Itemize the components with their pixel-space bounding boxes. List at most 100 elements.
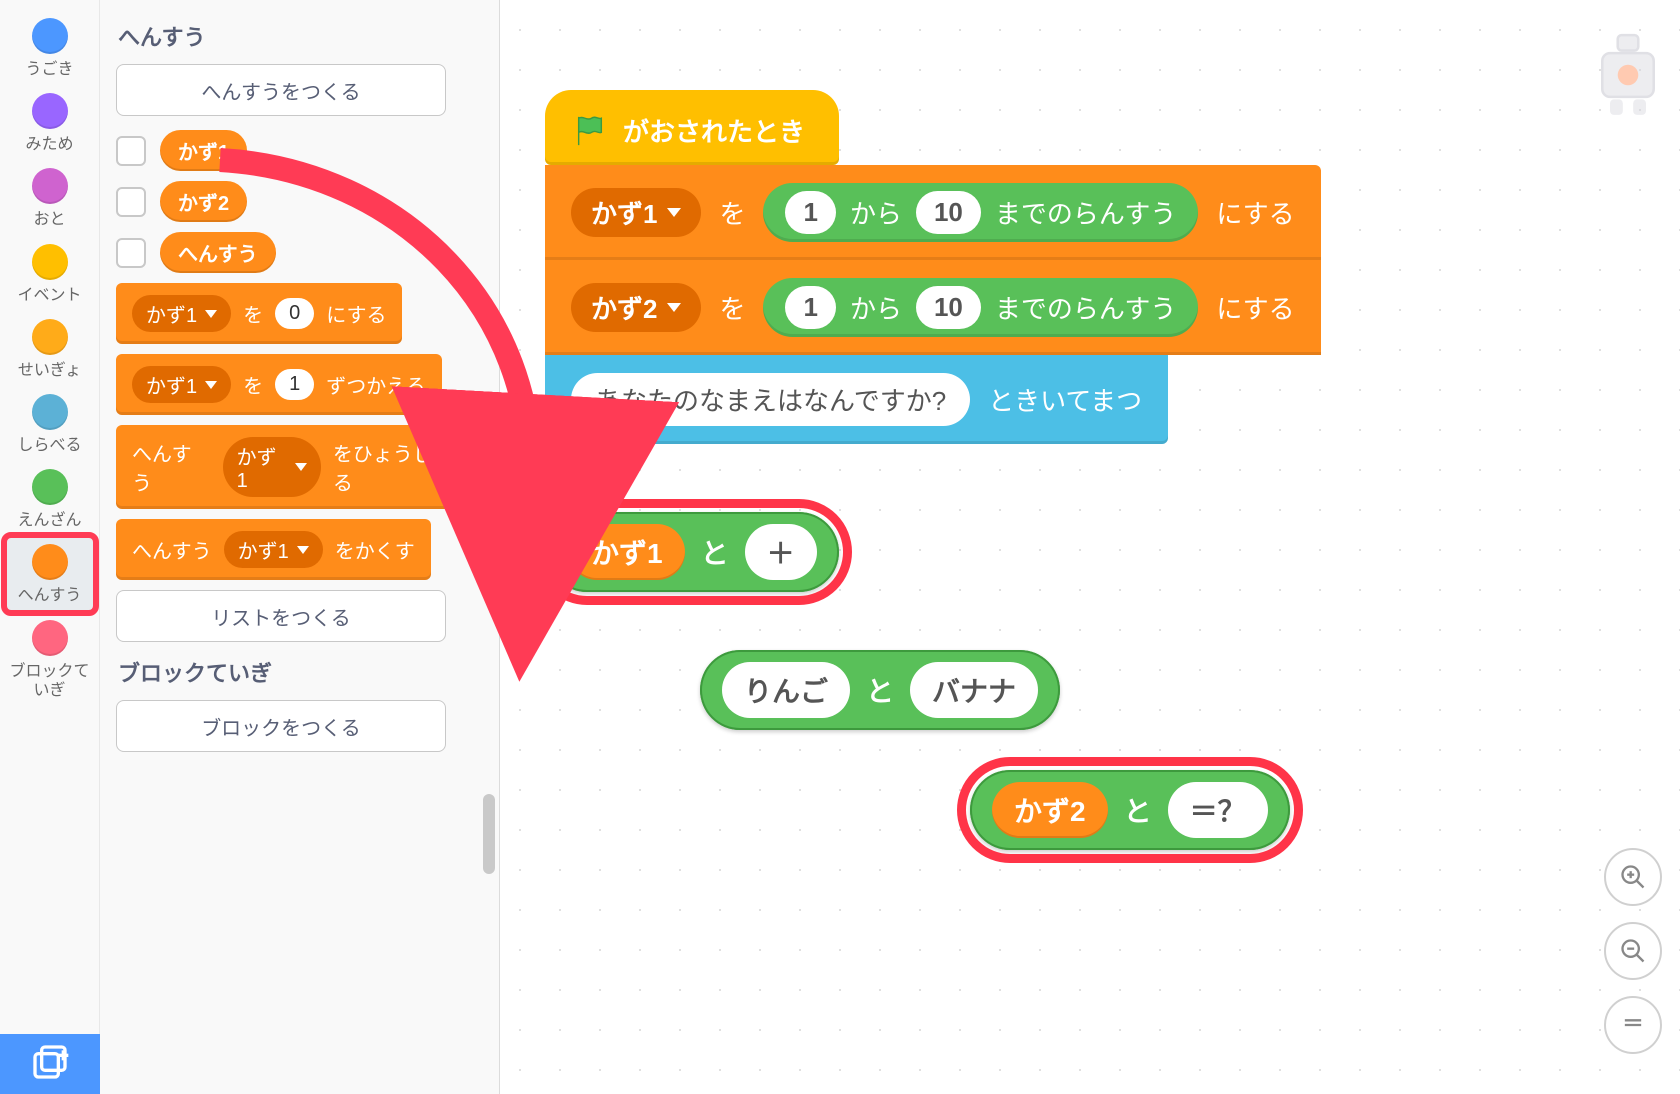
text-input[interactable]: あなたのなまえはなんですか? [571,373,970,426]
text-input[interactable]: ＋ [745,524,817,580]
variables-dot-icon [32,544,68,580]
block-text: にする [1216,194,1294,231]
category-label: へんすう [18,586,82,605]
ask-and-wait-block[interactable]: あなたのなまえはなんですか? ときいてまつ [545,355,1168,444]
category-myblocks[interactable]: ブロックていぎ [5,612,95,706]
variable-reporter[interactable]: へんすう [160,232,276,273]
zoom-in-button[interactable] [1604,848,1662,906]
variable-row: へんすう [116,232,487,273]
block-text: までのらんすう [995,194,1176,231]
zoom-reset-icon [1619,1011,1647,1039]
text-input[interactable]: りんご [722,662,850,718]
category-label: ブロックていぎ [5,662,95,700]
variable-dropdown[interactable]: かず2 [571,283,701,332]
block-text: がおされたとき [623,112,805,149]
zoom-in-icon [1619,863,1647,891]
category-operators[interactable]: えんざん [5,461,95,536]
block-text: へんすう [132,438,211,496]
pick-random-reporter[interactable]: 1 から 10 までのらんすう [763,278,1198,337]
motion-dot-icon [32,18,68,54]
category-events[interactable]: イベント [5,236,95,311]
looks-dot-icon [32,93,68,129]
number-input[interactable]: 1 [785,191,835,234]
variable-dropdown[interactable]: かず1 [132,295,231,332]
make-list-button[interactable]: リストをつくる [116,590,446,642]
block-text: を [719,194,745,231]
robot-icon [1588,30,1668,120]
category-label: せいぎょ [18,361,81,380]
category-label: うごき [25,60,73,79]
chevron-down-icon [667,303,681,312]
script-canvas[interactable]: がおされたとき かず1 を 1 から 10 までのらんすう にする かず2 を … [500,0,1680,1094]
zoom-out-icon [1619,937,1647,965]
block-text: をひょうじする [333,438,471,496]
zoom-reset-button[interactable] [1604,996,1662,1054]
block-text: を [243,370,263,399]
category-label: イベント [17,286,81,305]
category-label: しらべる [17,436,81,455]
block-text: と [1124,790,1152,830]
variable-checkbox[interactable] [116,136,146,166]
category-sound[interactable]: おと [5,160,95,235]
hide-variable-block[interactable]: へんすう かず1 をかくす [116,519,431,580]
myblocks-dot-icon [32,620,68,656]
join-block[interactable]: りんご と バナナ [700,650,1060,730]
variable-dropdown[interactable]: かず1 [223,437,321,497]
number-input[interactable]: 1 [785,286,835,329]
variable-reporter[interactable]: かず1 [160,130,247,171]
variable-dropdown[interactable]: かず1 [571,188,701,237]
variable-reporter[interactable]: かず2 [992,782,1108,838]
text-input[interactable]: バナナ [910,662,1038,718]
variable-dropdown[interactable]: かず1 [224,531,323,568]
category-control[interactable]: せいぎょ [5,311,95,386]
block-text: へんすう [132,535,212,564]
zoom-controls [1604,848,1662,1054]
value-input[interactable]: 1 [275,369,314,400]
join-block[interactable]: かず1 と ＋ [547,512,839,592]
variable-dropdown[interactable]: かず1 [132,366,231,403]
variables-heading: へんすう [118,20,487,52]
pick-random-reporter[interactable]: 1 から 10 までのらんすう [763,183,1198,242]
when-flag-clicked-block[interactable]: がおされたとき [545,90,839,165]
make-variable-button[interactable]: へんすうをつくる [116,64,446,116]
text-input[interactable]: ＝？ [1168,782,1268,838]
category-looks[interactable]: みため [5,85,95,160]
chevron-down-icon [205,310,217,318]
category-label: おと [33,210,65,229]
sound-dot-icon [32,168,68,204]
block-text: までのらんすう [995,289,1176,326]
add-extension-button[interactable] [0,1034,100,1094]
block-text: ずつかえる [326,370,425,399]
flag-icon [573,114,607,148]
palette-scrollbar[interactable] [483,794,495,874]
block-text: にする [1216,289,1294,326]
number-input[interactable]: 10 [916,191,981,234]
variable-checkbox[interactable] [116,238,146,268]
script-stack[interactable]: がおされたとき かず1 を 1 から 10 までのらんすう にする かず2 を … [545,90,1321,444]
chevron-down-icon [205,381,217,389]
block-text: と [701,532,729,572]
variable-checkbox[interactable] [116,187,146,217]
block-text: をかくす [335,535,415,564]
category-label: えんざん [17,511,81,530]
block-text: と [866,670,894,710]
value-input[interactable]: 0 [275,298,314,329]
change-variable-block[interactable]: かず1 を 1 ずつかえる [116,354,442,415]
variable-reporter[interactable]: かず1 [569,524,685,580]
set-variable-block[interactable]: かず2 を 1 から 10 までのらんすう にする [545,260,1321,355]
join-block[interactable]: かず2 と ＝？ [970,770,1290,850]
chevron-down-icon [295,463,307,471]
set-variable-block[interactable]: かず1 を 0 にする [116,283,402,344]
category-variables[interactable]: へんすう [5,536,95,611]
number-input[interactable]: 10 [916,286,981,329]
show-variable-block[interactable]: へんすう かず1 をひょうじする [116,425,487,509]
block-text: を [719,289,745,326]
variable-row: かず1 [116,130,487,171]
variable-reporter[interactable]: かず2 [160,181,247,222]
category-sensing[interactable]: しらべる [5,386,95,461]
block-palette: へんすう へんすうをつくる かず1 かず2 へんすう かず1 を 0 にする か… [100,0,500,1094]
make-block-button[interactable]: ブロックをつくる [116,700,446,752]
category-motion[interactable]: うごき [5,10,95,85]
set-variable-block[interactable]: かず1 を 1 から 10 までのらんすう にする [545,165,1321,260]
zoom-out-button[interactable] [1604,922,1662,980]
